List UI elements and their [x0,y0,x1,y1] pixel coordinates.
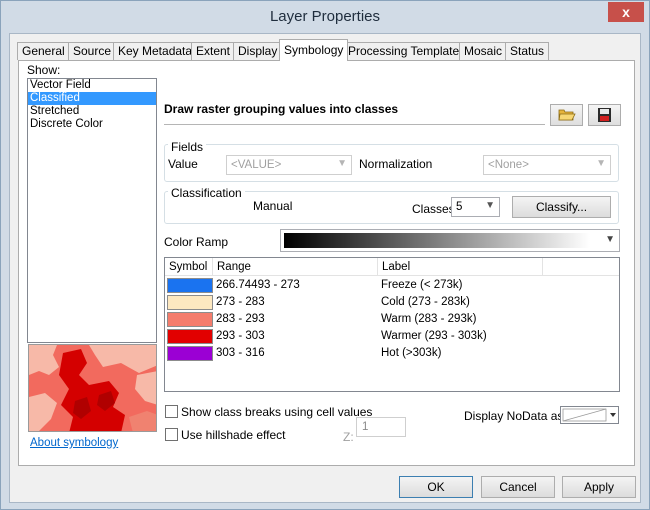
nodata-swatch-preview [562,408,616,422]
symbol-class-table: Symbol Range Label 266.74493 - 273 Freeze… [164,257,620,392]
table-row[interactable]: 266.74493 - 273 Freeze (< 273k) [165,277,619,294]
tab-processing-templates[interactable]: Processing Templates [343,42,471,60]
window-title: Layer Properties [269,8,381,25]
open-layer-file-button[interactable] [550,104,583,126]
folder-open-icon [558,109,576,121]
show-label: Show: [27,63,61,77]
symbology-preview-image [28,344,157,432]
title-bar: Layer Properties x [1,1,649,33]
tab-display[interactable]: Display [233,42,283,60]
preview-map-image [29,345,156,431]
color-ramp-select[interactable]: ▼ [280,229,620,252]
chevron-down-icon: ▼ [605,234,615,245]
class-label[interactable]: Hot (>303k) [381,347,441,359]
class-color-swatch[interactable] [167,346,213,361]
tab-key-metadata[interactable]: Key Metadata [113,42,198,60]
z-factor-label: Z: [343,430,354,444]
cancel-button[interactable]: Cancel [481,476,555,498]
value-label: Value [168,157,198,171]
normalization-label: Normalization [359,157,433,171]
classes-label: Classes [412,202,455,216]
tab-symbology[interactable]: Symbology [279,39,349,61]
show-item-classified[interactable]: Classified [28,92,156,105]
tab-extent[interactable]: Extent [191,42,236,60]
class-range[interactable]: 273 - 283 [216,296,265,308]
class-label[interactable]: Warm (283 - 293k) [381,313,476,325]
class-color-swatch[interactable] [167,329,213,344]
class-label[interactable]: Warmer (293 - 303k) [381,330,487,342]
show-item-discrete-color[interactable]: Discrete Color [28,118,156,131]
chevron-down-icon: ▼ [596,158,606,169]
ok-button[interactable]: OK [399,476,473,498]
class-range[interactable]: 283 - 293 [216,313,265,325]
chevron-down-icon: ▼ [485,200,495,211]
close-button[interactable]: x [608,2,644,22]
nodata-label: Display NoData as [464,409,564,423]
tab-general[interactable]: General [17,42,70,60]
chevron-down-icon: ▼ [337,158,347,169]
value-field-select[interactable]: <VALUE> ▼ [226,155,352,175]
dialog-body: General Source Key Metadata Extent Displ… [9,33,641,503]
close-icon: x [622,4,630,20]
layer-properties-window: Layer Properties x General Source Key Me… [0,0,650,510]
column-header-symbol[interactable]: Symbol [165,258,213,276]
show-class-breaks-checkbox[interactable] [165,405,178,418]
tab-source[interactable]: Source [68,42,117,60]
z-factor-input[interactable]: 1 [356,417,406,437]
color-ramp-label: Color Ramp [164,235,229,249]
normalization-field-select[interactable]: <None> ▼ [483,155,611,175]
class-label[interactable]: Cold (273 - 283k) [381,296,470,308]
class-range[interactable]: 266.74493 - 273 [216,279,300,291]
class-color-swatch[interactable] [167,295,213,310]
column-header-range[interactable]: Range [213,258,378,276]
classification-group-title: Classification [168,186,245,200]
column-header-label[interactable]: Label [378,258,543,276]
about-symbology-link[interactable]: About symbology [30,437,118,449]
show-class-breaks-label: Show class breaks using cell values [181,405,373,419]
classification-method: Manual [253,199,293,213]
normalization-selected: <None> [488,159,529,171]
tab-mosaic[interactable]: Mosaic [459,42,508,60]
class-label[interactable]: Freeze (< 273k) [381,279,463,291]
table-row[interactable]: 283 - 293 Warm (283 - 293k) [165,311,619,328]
use-hillshade-checkbox[interactable] [165,428,178,441]
show-item-stretched[interactable]: Stretched [28,105,156,118]
color-ramp-gradient [284,233,590,248]
show-list[interactable]: Vector Field Classified Stretched Discre… [27,78,157,343]
classes-count-select[interactable]: 5 ▼ [451,197,500,217]
apply-button[interactable]: Apply [562,476,636,498]
class-color-swatch[interactable] [167,278,213,293]
heading-divider [164,124,545,125]
renderer-description: Draw raster grouping values into classes [164,102,399,116]
use-hillshade-label: Use hillshade effect [181,428,286,442]
symbology-panel: Show: Vector Field Classified Stretched … [18,60,635,466]
tab-status[interactable]: Status [505,42,550,60]
table-row[interactable]: 273 - 283 Cold (273 - 283k) [165,294,619,311]
floppy-disk-icon [598,108,611,122]
nodata-color-select[interactable] [560,406,619,424]
classes-count-value: 5 [456,201,463,213]
table-row[interactable]: 303 - 316 Hot (>303k) [165,345,619,362]
class-range[interactable]: 293 - 303 [216,330,265,342]
fields-group-title: Fields [168,140,207,154]
value-field-selected: <VALUE> [231,159,282,171]
symbol-table-header: Symbol Range Label [165,258,619,276]
show-item-vector-field[interactable]: Vector Field [28,79,156,92]
table-row[interactable]: 293 - 303 Warmer (293 - 303k) [165,328,619,345]
save-layer-file-button[interactable] [588,104,621,126]
class-color-swatch[interactable] [167,312,213,327]
classify-button[interactable]: Classify... [512,196,611,218]
class-range[interactable]: 303 - 316 [216,347,265,359]
